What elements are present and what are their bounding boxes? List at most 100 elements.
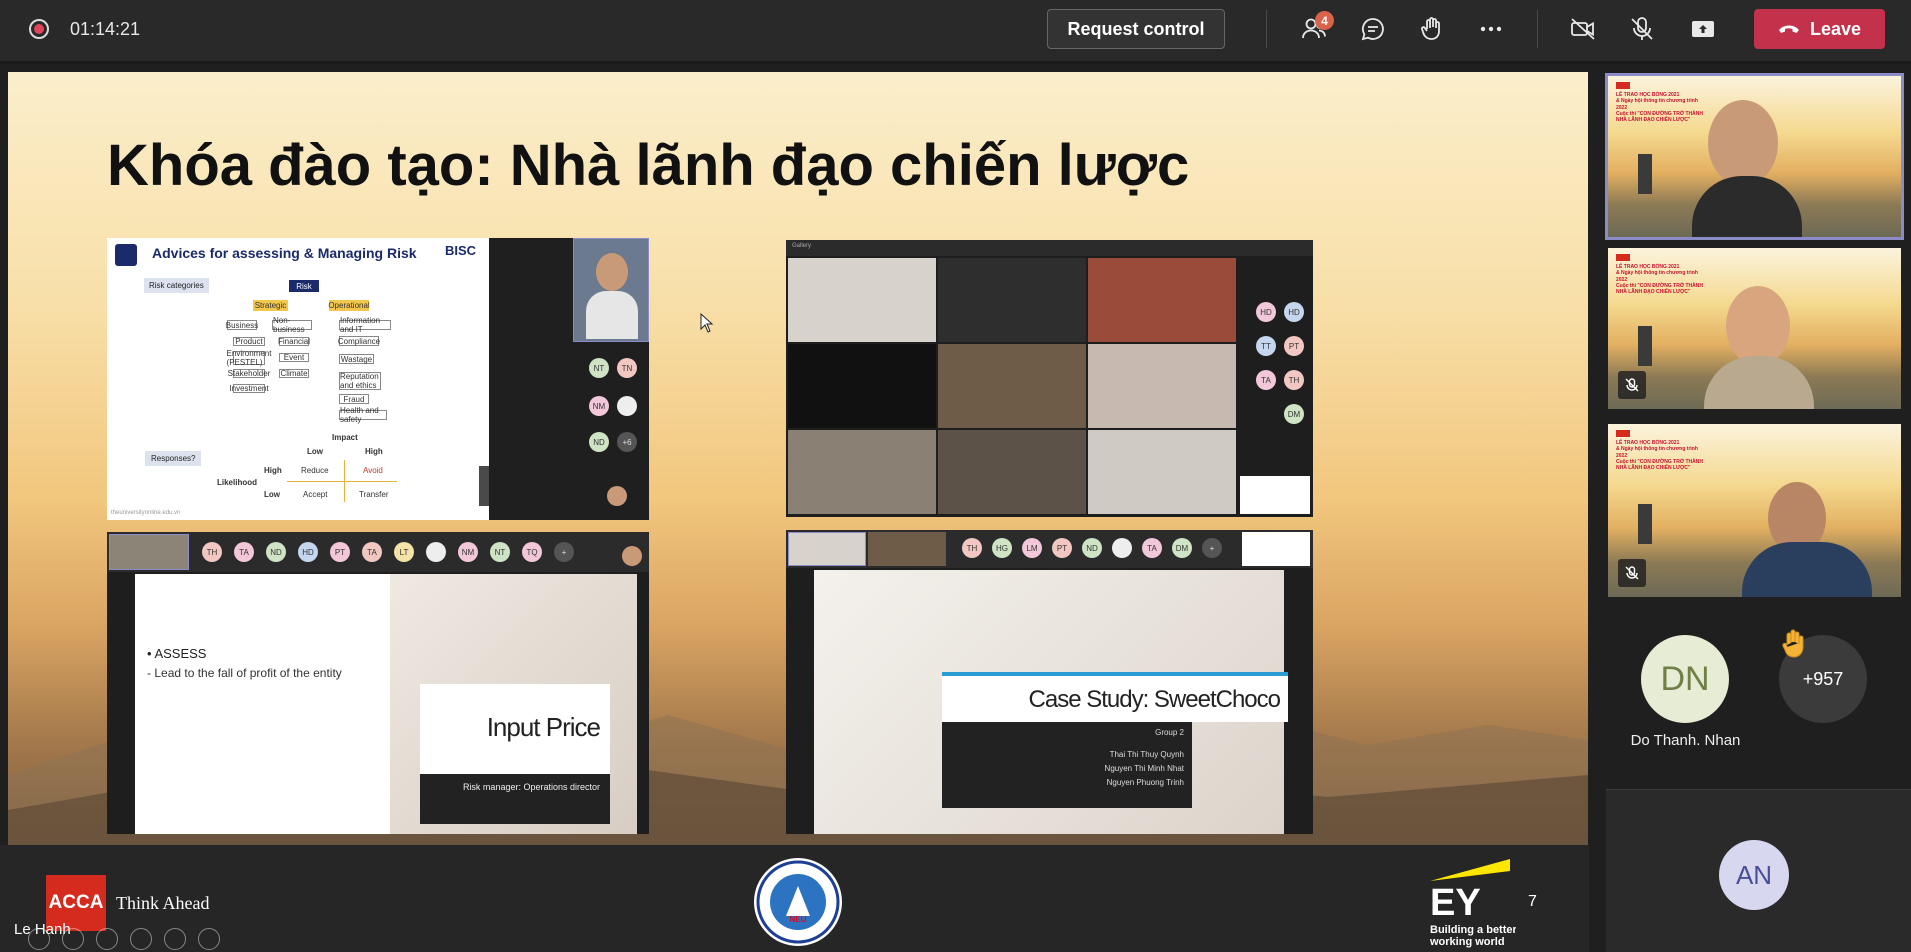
ey-wordmark: EY: [1430, 882, 1481, 924]
risk-categories-label: Risk categories: [144, 278, 209, 293]
participant-overflow: +: [554, 542, 574, 562]
raise-hand-icon[interactable]: [1414, 12, 1450, 46]
likelihood-label: Likelihood: [217, 478, 257, 487]
participant-face: [1708, 100, 1778, 186]
participant-video: [938, 258, 1086, 342]
environment-box: Environment (PESTEL): [226, 349, 272, 367]
seal-label: NEU: [790, 915, 807, 924]
accept-label: Accept: [303, 490, 328, 499]
camera-off-icon[interactable]: [1565, 12, 1601, 46]
risk-slide-thumbnail: Advices for assessing & Managing Risk BI…: [107, 238, 649, 520]
raised-hand-icon: [1782, 629, 1804, 658]
next-slide-icon[interactable]: [62, 928, 84, 950]
mountain-figure: [1638, 504, 1652, 544]
participant-avatar: LM: [1022, 538, 1042, 558]
reputation-box: Reputation and ethics: [339, 372, 381, 390]
participant-video-tile[interactable]: LỄ TRAO HỌC BỔNG 2021 & Ngày hội thông t…: [1608, 424, 1901, 597]
impact-high-label: High: [365, 447, 383, 456]
participant-video: [1242, 532, 1310, 566]
climate-box: Climate: [279, 369, 309, 378]
puzzle-icon: [115, 244, 137, 266]
tile-slide-text: NHÀ LÃNH ĐẠO CHIẾN LƯỢC": [1616, 289, 1691, 295]
shared-slide: Khóa đào tạo: Nhà lãnh đạo chiến lược Ad…: [8, 72, 1588, 845]
participant-avatar-photo: [426, 542, 446, 562]
participant-avatar-photo: [607, 486, 627, 506]
grid-icon[interactable]: [130, 928, 152, 950]
participant-avatar: PT: [1284, 336, 1304, 356]
participant-video: [788, 430, 936, 514]
participant-avatar: TA: [234, 542, 254, 562]
participant-avatar: PT: [1052, 538, 1072, 558]
participant-body: [1704, 356, 1814, 409]
chat-icon[interactable]: [1355, 12, 1391, 46]
more-icon[interactable]: [198, 928, 220, 950]
elapsed-time: 01:14:21: [70, 19, 141, 39]
pen-icon[interactable]: [96, 928, 118, 950]
acca-mini-logo: [1616, 254, 1630, 261]
participant-avatar: HG: [992, 538, 1012, 558]
request-control-button[interactable]: Request control: [1047, 9, 1225, 49]
share-screen-icon[interactable]: [1685, 12, 1721, 46]
participant-overflow: +6: [617, 432, 637, 452]
leave-button[interactable]: Leave: [1754, 9, 1885, 49]
responses-label: Responses?: [145, 451, 202, 466]
stakeholder-box: Stakeholder: [227, 369, 271, 378]
participant-avatar: ND: [589, 432, 609, 452]
risk-heading: Advices for assessing & Managing Risk: [152, 245, 417, 261]
slide-page-number: 7: [1528, 893, 1537, 910]
participant-avatar: NM: [458, 542, 478, 562]
acca-mini-logo: [1616, 430, 1630, 437]
university-seal-logo: NEU: [754, 858, 842, 946]
case-member: Nguyen Thi Minh Nhat: [1104, 764, 1184, 773]
participant-avatar: NT: [490, 542, 510, 562]
participant-avatar: TQ: [522, 542, 542, 562]
teamwork-photo: Case Study: SweetChoco Group 2 Thai Thi …: [814, 570, 1288, 834]
slide-title: Khóa đào tạo: Nhà lãnh đạo chiến lược: [107, 133, 1190, 198]
risk-website: theuniversityonline.edu.vn: [111, 510, 181, 516]
presenter-video: [788, 532, 866, 566]
participant-name: Do Thanh. Nhan: [1630, 732, 1741, 749]
self-view-panel: AN: [1606, 789, 1911, 952]
more-options-icon[interactable]: [1473, 12, 1509, 46]
wastage-box: Wastage: [339, 354, 374, 364]
think-ahead-tagline: Think Ahead: [116, 893, 210, 913]
participant-avatar: PT: [330, 542, 350, 562]
participant-avatar-dn[interactable]: DN: [1641, 635, 1729, 723]
case-member: Thai Thi Thuy Quynh: [1109, 750, 1184, 759]
zoom-icon[interactable]: [164, 928, 186, 950]
investment-box: Investment: [229, 384, 269, 393]
participant-avatar: TA: [1256, 370, 1276, 390]
previous-slide-icon[interactable]: [28, 928, 50, 950]
avoid-label: Avoid: [363, 466, 383, 475]
impact-low-label: Low: [307, 447, 323, 456]
participant-avatar: HD: [1256, 302, 1276, 322]
participant-video-tile[interactable]: LỄ TRAO HỌC BỔNG 2021 & Ngày hội thông t…: [1605, 73, 1904, 240]
participant-avatar: DM: [1172, 538, 1192, 558]
participant-video: [868, 532, 946, 566]
participant-avatar: NM: [589, 396, 609, 416]
fraud-box: Fraud: [339, 394, 369, 404]
participant-avatar: TN: [617, 358, 637, 378]
participant-avatar: DM: [1284, 404, 1304, 424]
participant-avatar: TT: [1256, 336, 1276, 356]
event-box: Event: [279, 353, 309, 362]
participant-avatar: TH: [962, 538, 982, 558]
participant-avatar: NT: [589, 358, 609, 378]
participant-avatar: TA: [362, 542, 382, 562]
self-avatar-an[interactable]: AN: [1719, 840, 1789, 910]
mountain-figure: [1638, 326, 1652, 366]
toolbar-divider: [1266, 10, 1267, 48]
ey-logo: EY Building a better working world: [1429, 859, 1516, 948]
presenter-video: [573, 238, 649, 342]
participant-video-tile[interactable]: LỄ TRAO HỌC BỔNG 2021 & Ngày hội thông t…: [1608, 248, 1901, 409]
slide-controls: [28, 928, 220, 950]
operational-box: Operational: [328, 300, 370, 311]
participants-count-badge: 4: [1315, 11, 1334, 30]
phone-hangup-icon: [1778, 25, 1799, 33]
participant-avatar: TH: [202, 542, 222, 562]
participant-video: [1088, 430, 1236, 514]
video-gallery-thumbnail: Gallery HD HD TT PT TA TH DM: [786, 240, 1313, 517]
risk-tree-root: Risk: [289, 280, 319, 292]
case-study-slide-thumbnail: TH HG LM PT ND TA DM + Case Study: Sweet…: [786, 530, 1313, 834]
mic-off-icon[interactable]: [1624, 12, 1660, 46]
